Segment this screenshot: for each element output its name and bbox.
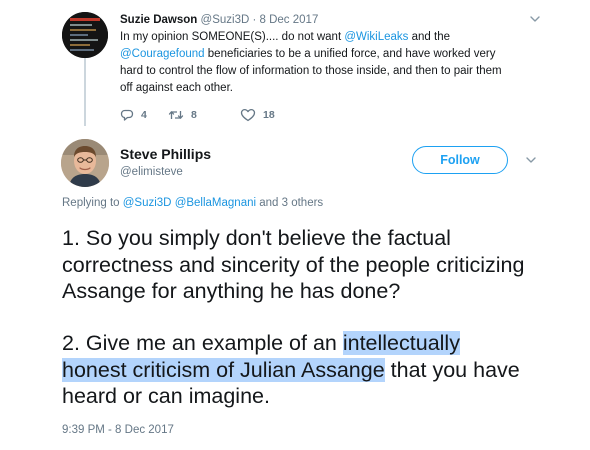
chevron-down-icon[interactable]	[528, 12, 542, 26]
replying-to-prefix: Replying to	[62, 197, 123, 209]
tweet-paragraph-1: 1. So you simply don't believe the factu…	[62, 226, 525, 303]
reply-icon	[120, 109, 134, 121]
selected-text: honest criticism of Julian Assange	[62, 357, 385, 382]
reply-count: 4	[141, 109, 147, 121]
avatar[interactable]	[61, 139, 109, 187]
reply-button[interactable]: 4	[120, 108, 168, 122]
thread-connector-line	[84, 56, 86, 126]
retweet-icon	[168, 111, 184, 119]
tweet-text-segment: 2. Give me an example of an	[62, 331, 343, 355]
author-name[interactable]: Suzie Dawson	[120, 14, 197, 26]
chevron-down-icon[interactable]	[524, 153, 538, 167]
tweet-actions: 4 8 18	[120, 107, 300, 123]
meta-separator: ·	[249, 14, 260, 26]
tweet-date[interactable]: 8 Dec 2017	[260, 14, 319, 26]
retweet-count: 8	[191, 109, 197, 121]
author-handle[interactable]: @Suzi3D	[201, 14, 250, 26]
tweet-text-segment: In my opinion SOMEONE(S).... do not want	[120, 31, 345, 43]
mention-link[interactable]: @WikiLeaks	[344, 31, 408, 43]
tweet-paragraph-2: 2. Give me an example of an intellectual…	[62, 330, 542, 410]
mention-link[interactable]: @BellaMagnani	[175, 197, 256, 209]
mention-link[interactable]: @Couragefound	[120, 48, 205, 60]
tweet-timestamp[interactable]: 9:39 PM - 8 Dec 2017	[62, 424, 174, 436]
author-name[interactable]: Steve Phillips	[120, 146, 211, 162]
replying-to-suffix[interactable]: and 3 others	[256, 197, 323, 209]
retweet-button[interactable]: 8	[168, 108, 240, 122]
avatar[interactable]	[62, 12, 108, 58]
heart-icon	[240, 108, 256, 122]
tweet-page: Suzie Dawson @Suzi3D · 8 Dec 2017 In my …	[0, 0, 590, 450]
author-handle[interactable]: @elimisteve	[120, 166, 183, 178]
like-button[interactable]: 18	[240, 108, 300, 122]
selected-text: intellectually	[342, 331, 460, 355]
follow-button[interactable]: Follow	[412, 146, 508, 174]
parent-tweet-text: In my opinion SOMEONE(S).... do not want…	[120, 29, 510, 97]
replying-to-line: Replying to @Suzi3D @BellaMagnani and 3 …	[62, 197, 323, 209]
tweet-text-segment: and the	[408, 31, 450, 43]
parent-tweet-header: Suzie Dawson @Suzi3D · 8 Dec 2017	[120, 12, 318, 28]
like-count: 18	[263, 109, 275, 121]
mention-link[interactable]: @Suzi3D	[123, 197, 172, 209]
